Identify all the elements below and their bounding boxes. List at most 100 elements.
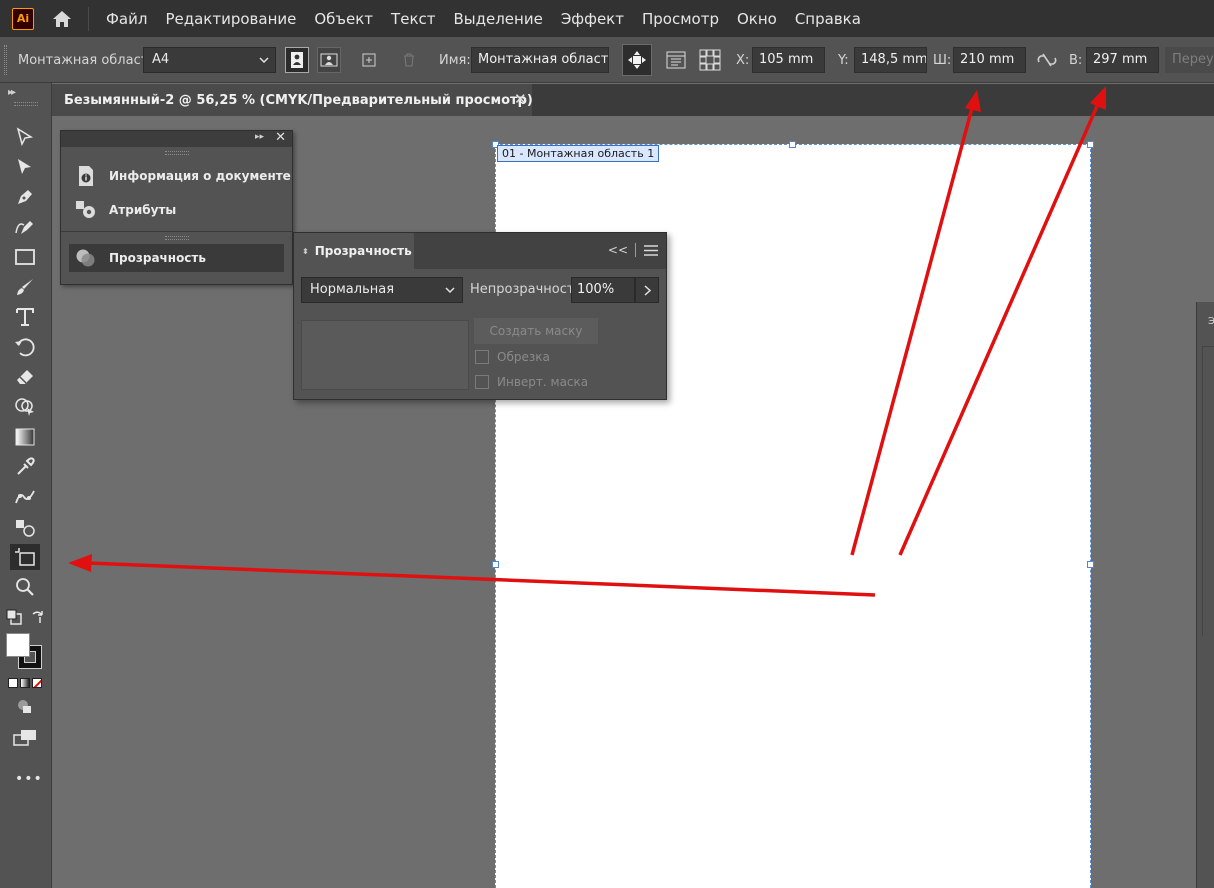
transparency-label: Прозрачность (109, 251, 206, 265)
direct-selection-arrow-icon (18, 159, 31, 174)
fill-color-swatch[interactable] (6, 633, 30, 657)
menu-window[interactable]: Окно (728, 10, 786, 28)
transparency-tab[interactable]: ⬍ Прозрачность (294, 233, 414, 269)
pen-icon (18, 190, 32, 204)
move-with-artboard-button[interactable] (622, 44, 652, 76)
rectangle-tool[interactable] (10, 244, 40, 270)
invert-mask-checkbox-box[interactable] (475, 375, 489, 389)
panel-grip[interactable] (164, 236, 189, 240)
zoom-tool[interactable] (10, 574, 40, 600)
blend-icon (16, 520, 35, 537)
x-field[interactable]: 105 mm (752, 47, 825, 73)
artboard-handle[interactable] (1087, 561, 1094, 568)
landscape-button[interactable] (317, 47, 341, 73)
gradient-icon (15, 428, 35, 446)
clip-checkbox[interactable]: Обрезка (475, 350, 550, 364)
artboard-tool[interactable] (10, 544, 40, 570)
y-field[interactable]: 148,5 mm (854, 47, 927, 73)
panel-grip[interactable] (164, 151, 189, 155)
draw-mode-icon[interactable] (16, 699, 34, 719)
menu-object[interactable]: Объект (305, 10, 382, 28)
rotate-tool[interactable] (10, 334, 40, 360)
new-artboard-button[interactable] (357, 47, 381, 73)
panel-header[interactable]: ▸▸ ✕ (61, 130, 292, 147)
landscape-icon (320, 53, 338, 67)
eraser-icon (17, 370, 33, 384)
delete-artboard-button[interactable] (397, 47, 421, 73)
type-tool[interactable] (10, 304, 40, 330)
curvature-pen-icon (15, 221, 33, 234)
artboard-label[interactable]: 01 - Монтажная область 1 (497, 145, 660, 162)
shape-builder-tool[interactable] (10, 394, 40, 420)
blend-mode-value: Нормальная (310, 282, 395, 297)
height-field[interactable]: 297 mm (1086, 47, 1159, 73)
clip-checkbox-box[interactable] (475, 350, 489, 364)
artboard-handle[interactable] (789, 141, 796, 148)
artboard-name-field[interactable]: Монтажная область 1 (471, 47, 609, 73)
panel-item-attributes[interactable]: Атрибуты (61, 193, 292, 227)
artboard-handle[interactable] (1087, 141, 1094, 148)
eraser-tool[interactable] (10, 364, 40, 390)
constrain-proportions-button[interactable] (1035, 47, 1059, 73)
portrait-button[interactable] (285, 47, 309, 73)
control-bar-grip[interactable] (4, 45, 7, 75)
tab-close-icon[interactable]: ✕ (514, 90, 527, 108)
direct-selection-tool[interactable] (10, 154, 40, 180)
menu-select[interactable]: Выделение (444, 10, 551, 28)
document-tab[interactable]: Безымянный-2 @ 56,25 % (CMYK/Предварител… (52, 84, 533, 116)
make-mask-button[interactable]: Создать маску (474, 318, 598, 344)
toolbar-grip[interactable] (14, 102, 38, 106)
collapse-panel-icon[interactable]: << (608, 243, 628, 257)
name-label: Имя: (439, 53, 471, 68)
transparency-tab-title: Прозрачность (314, 244, 412, 258)
width-field[interactable]: 210 mm (953, 47, 1026, 73)
toolbar-expand[interactable]: ▸▸ (8, 87, 16, 98)
color-mode-icon[interactable] (8, 678, 18, 688)
brush-tool[interactable] (10, 274, 40, 300)
menu-effect[interactable]: Эффект (552, 10, 633, 28)
menu-view[interactable]: Просмотр (633, 10, 728, 28)
document-tab-bar: Безымянный-2 @ 56,25 % (CMYK/Предварител… (52, 84, 1214, 116)
blend-mode-select[interactable]: Нормальная (301, 277, 463, 303)
gradient-mode-icon[interactable] (20, 678, 30, 688)
menu-help[interactable]: Справка (786, 10, 870, 28)
gradient-tool[interactable] (10, 424, 40, 450)
opacity-field[interactable]: 100% (571, 277, 635, 303)
opacity-slider-button[interactable] (635, 277, 659, 303)
swap-colors-icon[interactable] (30, 609, 46, 625)
rearrange-artboards-button[interactable] (698, 47, 722, 73)
width-label: Ш: (933, 53, 952, 68)
menu-edit[interactable]: Редактирование (156, 10, 305, 28)
transparency-panel-tabs: ⬍ Прозрачность << (294, 233, 666, 269)
puppet-warp-tool[interactable] (10, 484, 40, 510)
right-panel-text: Э (1208, 316, 1214, 327)
panel-item-document-info[interactable]: Информация о документе (61, 159, 292, 193)
chevron-right-icon (643, 284, 651, 296)
panel-item-transparency[interactable]: Прозрачность (69, 244, 284, 272)
selection-tool[interactable] (10, 124, 40, 150)
invert-mask-checkbox[interactable]: Инверт. маска (475, 375, 588, 389)
expand-icon[interactable]: ⬍ (302, 247, 309, 256)
panel-divider (61, 231, 292, 232)
collapse-icon[interactable]: ▸▸ (255, 132, 264, 142)
eyedropper-tool[interactable] (10, 454, 40, 480)
pen-tool[interactable] (10, 184, 40, 210)
artboard-preset-select[interactable]: A4 (143, 47, 276, 73)
more-tools-icon[interactable]: ••• (15, 771, 43, 787)
invert-mask-label: Инверт. маска (497, 375, 589, 389)
menu-type[interactable]: Текст (382, 10, 444, 28)
attributes-label: Атрибуты (109, 203, 177, 217)
default-colors-icon[interactable] (6, 609, 22, 625)
panel-menu-icon[interactable] (644, 245, 658, 260)
blend-tool[interactable] (10, 514, 40, 540)
none-mode-icon[interactable] (32, 678, 42, 688)
close-icon[interactable]: ✕ (275, 130, 286, 145)
artboard-label: Монтажная область (18, 53, 156, 68)
curvature-tool[interactable] (10, 214, 40, 240)
reorder-button[interactable]: Переу (1165, 47, 1214, 73)
screen-mode-icon[interactable] (13, 729, 37, 751)
artboard-handle[interactable] (492, 561, 499, 568)
artboard-options-button[interactable] (664, 47, 688, 73)
menu-file[interactable]: Файл (97, 10, 156, 28)
home-icon[interactable] (50, 7, 74, 31)
